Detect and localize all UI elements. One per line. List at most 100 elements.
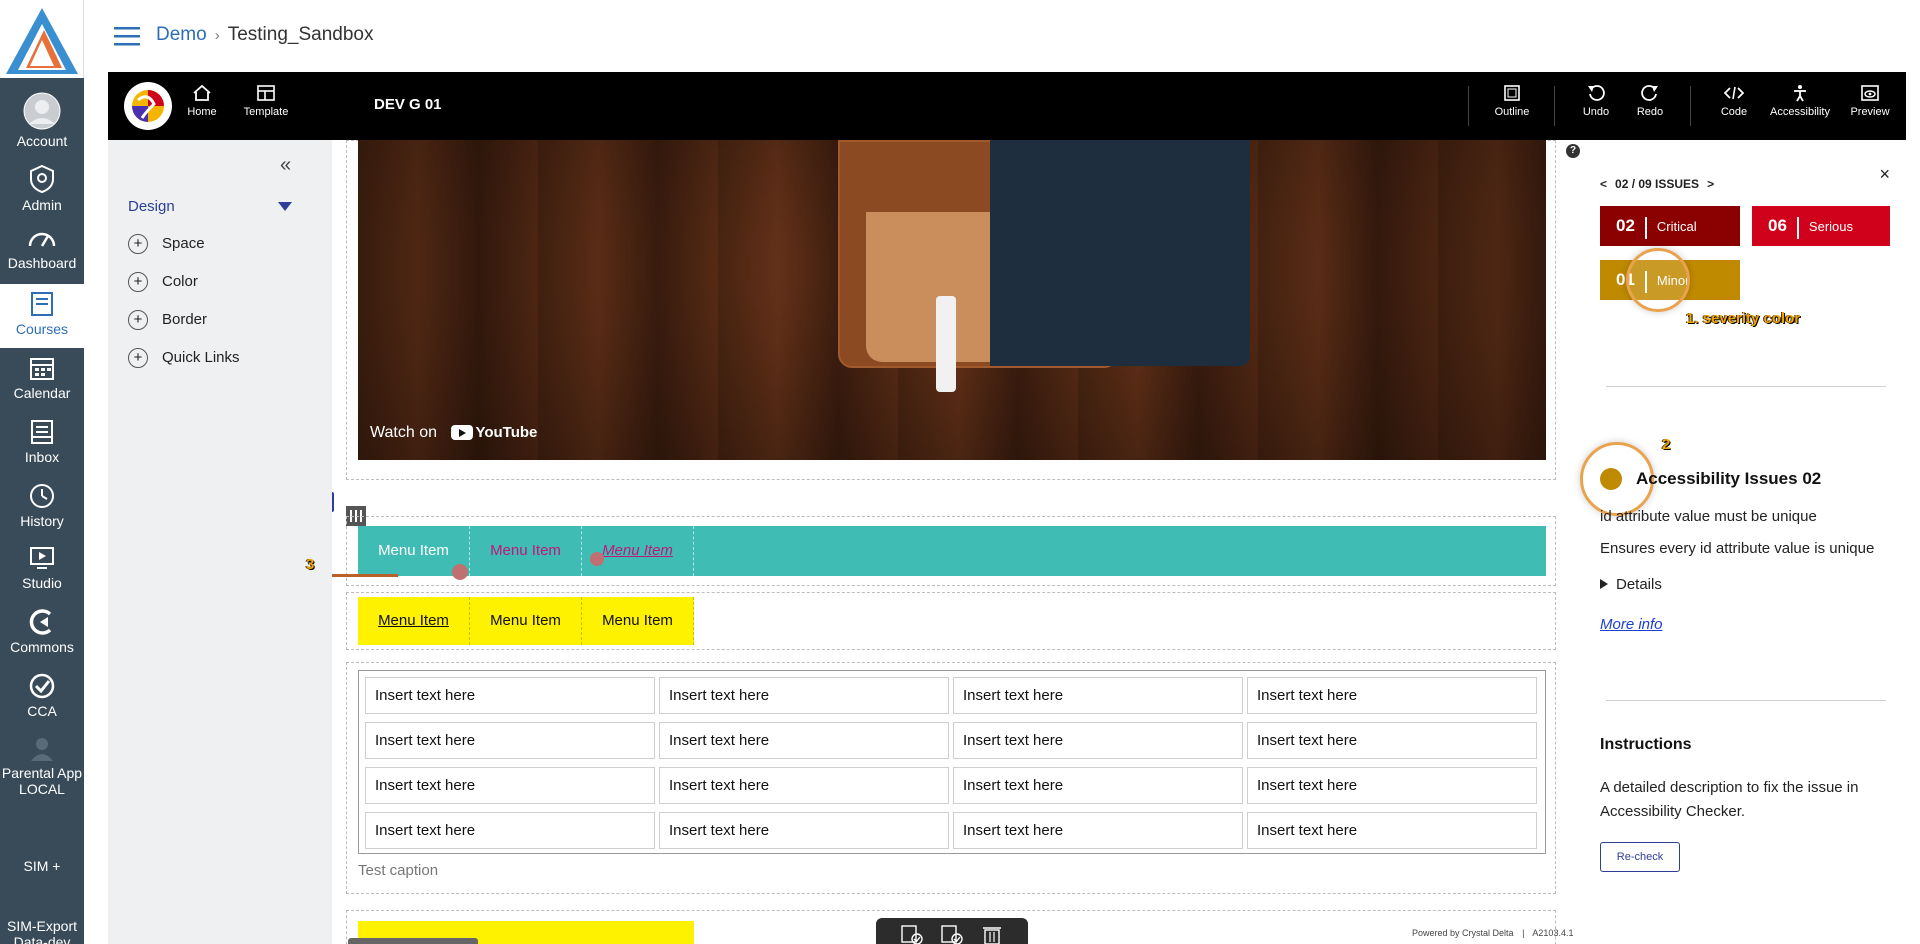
more-info-link[interactable]: More info xyxy=(1600,616,1663,633)
nav-label: Dashboard xyxy=(7,255,77,271)
table-cell[interactable]: Insert text here xyxy=(659,812,949,849)
severity-critical[interactable]: 02 Critical xyxy=(1600,206,1740,246)
menu-item-3[interactable]: Menu Item xyxy=(582,526,694,576)
code-button[interactable]: Code xyxy=(1704,84,1764,118)
section-divider xyxy=(1606,386,1886,387)
account-icon xyxy=(23,92,61,130)
breadcrumb-current: Testing_Sandbox xyxy=(227,24,374,45)
outline-button[interactable]: Outline xyxy=(1482,84,1542,118)
home-button[interactable]: Home xyxy=(172,84,232,118)
template-label: Template xyxy=(243,106,289,118)
nav-label: History xyxy=(20,513,64,529)
table-cell[interactable]: Insert text here xyxy=(659,677,949,714)
nav-dashboard[interactable]: Dashboard xyxy=(0,224,84,286)
trash-icon[interactable] xyxy=(980,924,1004,944)
table-cell[interactable]: Insert text here xyxy=(659,722,949,759)
redo-button[interactable]: Redo xyxy=(1620,84,1680,118)
nav-admin[interactable]: Admin xyxy=(0,164,84,226)
table-cell[interactable]: Insert text here xyxy=(953,722,1243,759)
youtube-label: YouTube xyxy=(475,424,538,442)
nav-cca[interactable]: CCA xyxy=(0,672,84,734)
nav-commons[interactable]: Commons xyxy=(0,608,84,670)
chevron-right-icon[interactable]: > xyxy=(1707,177,1714,191)
toolbar-divider xyxy=(1468,86,1469,126)
app-logo[interactable] xyxy=(0,0,84,78)
recheck-button[interactable]: Re-check xyxy=(1600,842,1680,872)
menu-item-2[interactable]: Menu Item xyxy=(470,526,582,576)
issue-marker-dot[interactable] xyxy=(590,552,604,566)
design-heading[interactable]: Design xyxy=(128,198,175,215)
video-thumbnail-pen xyxy=(936,296,956,392)
menu-item-2[interactable]: Menu Item xyxy=(470,597,582,645)
plus-circle-icon: + xyxy=(128,272,148,293)
block-settings-icon[interactable] xyxy=(332,492,334,512)
design-item-border[interactable]: + Border xyxy=(128,308,207,332)
chevron-left-icon[interactable]: < xyxy=(1600,177,1607,191)
table-cell[interactable]: Insert text here xyxy=(365,812,655,849)
severity-serious[interactable]: 06 Serious xyxy=(1752,206,1890,246)
details-toggle[interactable]: Details xyxy=(1600,576,1662,593)
video-thumbnail-notebook xyxy=(990,140,1250,366)
editor-toolbar: Home Template DEV G 01 Outline Undo Redo… xyxy=(108,72,1906,140)
video-embed[interactable]: Watch on YouTube xyxy=(358,140,1546,460)
outline-icon xyxy=(1504,85,1520,101)
severity-dot-minor xyxy=(1600,468,1622,490)
nav-parental-app[interactable]: Parental App LOCAL xyxy=(0,734,84,814)
nav-calendar[interactable]: Calendar xyxy=(0,354,84,416)
checklist-icon[interactable] xyxy=(900,924,924,944)
preview-button[interactable]: Preview xyxy=(1840,84,1900,118)
table-caption[interactable]: Test caption xyxy=(358,862,438,879)
nav-courses[interactable]: Courses xyxy=(0,284,84,348)
table-cell[interactable]: Insert text here xyxy=(365,722,655,759)
hamburger-menu-icon[interactable] xyxy=(114,26,140,46)
checklist-icon[interactable] xyxy=(940,924,964,944)
brand-logo-icon xyxy=(132,90,164,122)
hotspot-ring-1 xyxy=(1626,248,1690,312)
table-cell[interactable]: Insert text here xyxy=(659,767,949,804)
nav-sim-export[interactable]: SIM-Export Data-dev xyxy=(0,918,84,944)
nav-account[interactable]: Account xyxy=(0,92,84,154)
instructions-heading: Instructions xyxy=(1600,736,1692,753)
breadcrumb-root[interactable]: Demo xyxy=(156,24,207,45)
menu-item-label: Menu Item xyxy=(378,542,449,559)
accessibility-button[interactable]: Accessibility xyxy=(1764,84,1836,118)
nav-label: Studio xyxy=(22,575,62,591)
nav-sim-plus[interactable]: SIM + xyxy=(0,858,84,882)
table-cell[interactable]: Insert text here xyxy=(365,767,655,804)
template-button[interactable]: Template xyxy=(236,84,296,118)
table-cell[interactable]: Insert text here xyxy=(365,677,655,714)
version-label: A2103.4.1 xyxy=(1532,928,1574,938)
horizontal-scrollbar[interactable] xyxy=(348,938,478,944)
section-divider xyxy=(1606,700,1886,701)
undo-button[interactable]: Undo xyxy=(1566,84,1626,118)
accessibility-icon xyxy=(1794,85,1806,102)
design-item-quick-links[interactable]: + Quick Links xyxy=(128,346,240,370)
nav-studio[interactable]: Studio xyxy=(0,544,84,606)
close-icon[interactable]: × xyxy=(1879,164,1890,185)
table-cell[interactable]: Insert text here xyxy=(1247,677,1537,714)
table-cell[interactable]: Insert text here xyxy=(953,767,1243,804)
breadcrumb-separator-icon: › xyxy=(214,27,220,44)
design-item-label: Border xyxy=(162,311,208,328)
menu-item-3[interactable]: Menu Item xyxy=(582,597,694,645)
code-icon xyxy=(1724,86,1744,100)
caret-down-icon[interactable] xyxy=(278,202,292,211)
menu-item-1[interactable]: Menu Item xyxy=(358,597,470,645)
design-item-label: Color xyxy=(162,273,198,290)
table-cell[interactable]: Insert text here xyxy=(1247,812,1537,849)
breadcrumb: Demo › Testing_Sandbox xyxy=(156,24,373,46)
help-icon[interactable]: ? xyxy=(1566,144,1580,158)
table-cell[interactable]: Insert text here xyxy=(1247,767,1537,804)
table-cell[interactable]: Insert text here xyxy=(1247,722,1537,759)
table-cell[interactable]: Insert text here xyxy=(953,677,1243,714)
watch-on-youtube[interactable]: Watch on YouTube xyxy=(370,424,537,442)
check-circle-icon xyxy=(29,673,55,699)
collapse-panel-icon[interactable]: « xyxy=(280,154,291,177)
user-icon xyxy=(31,738,53,761)
design-item-space[interactable]: + Space xyxy=(128,232,205,256)
table-cell[interactable]: Insert text here xyxy=(953,812,1243,849)
nav-history[interactable]: History xyxy=(0,482,84,544)
nav-inbox[interactable]: Inbox xyxy=(0,418,84,480)
issue-marker-dot[interactable] xyxy=(452,564,468,580)
design-item-color[interactable]: + Color xyxy=(128,270,198,294)
